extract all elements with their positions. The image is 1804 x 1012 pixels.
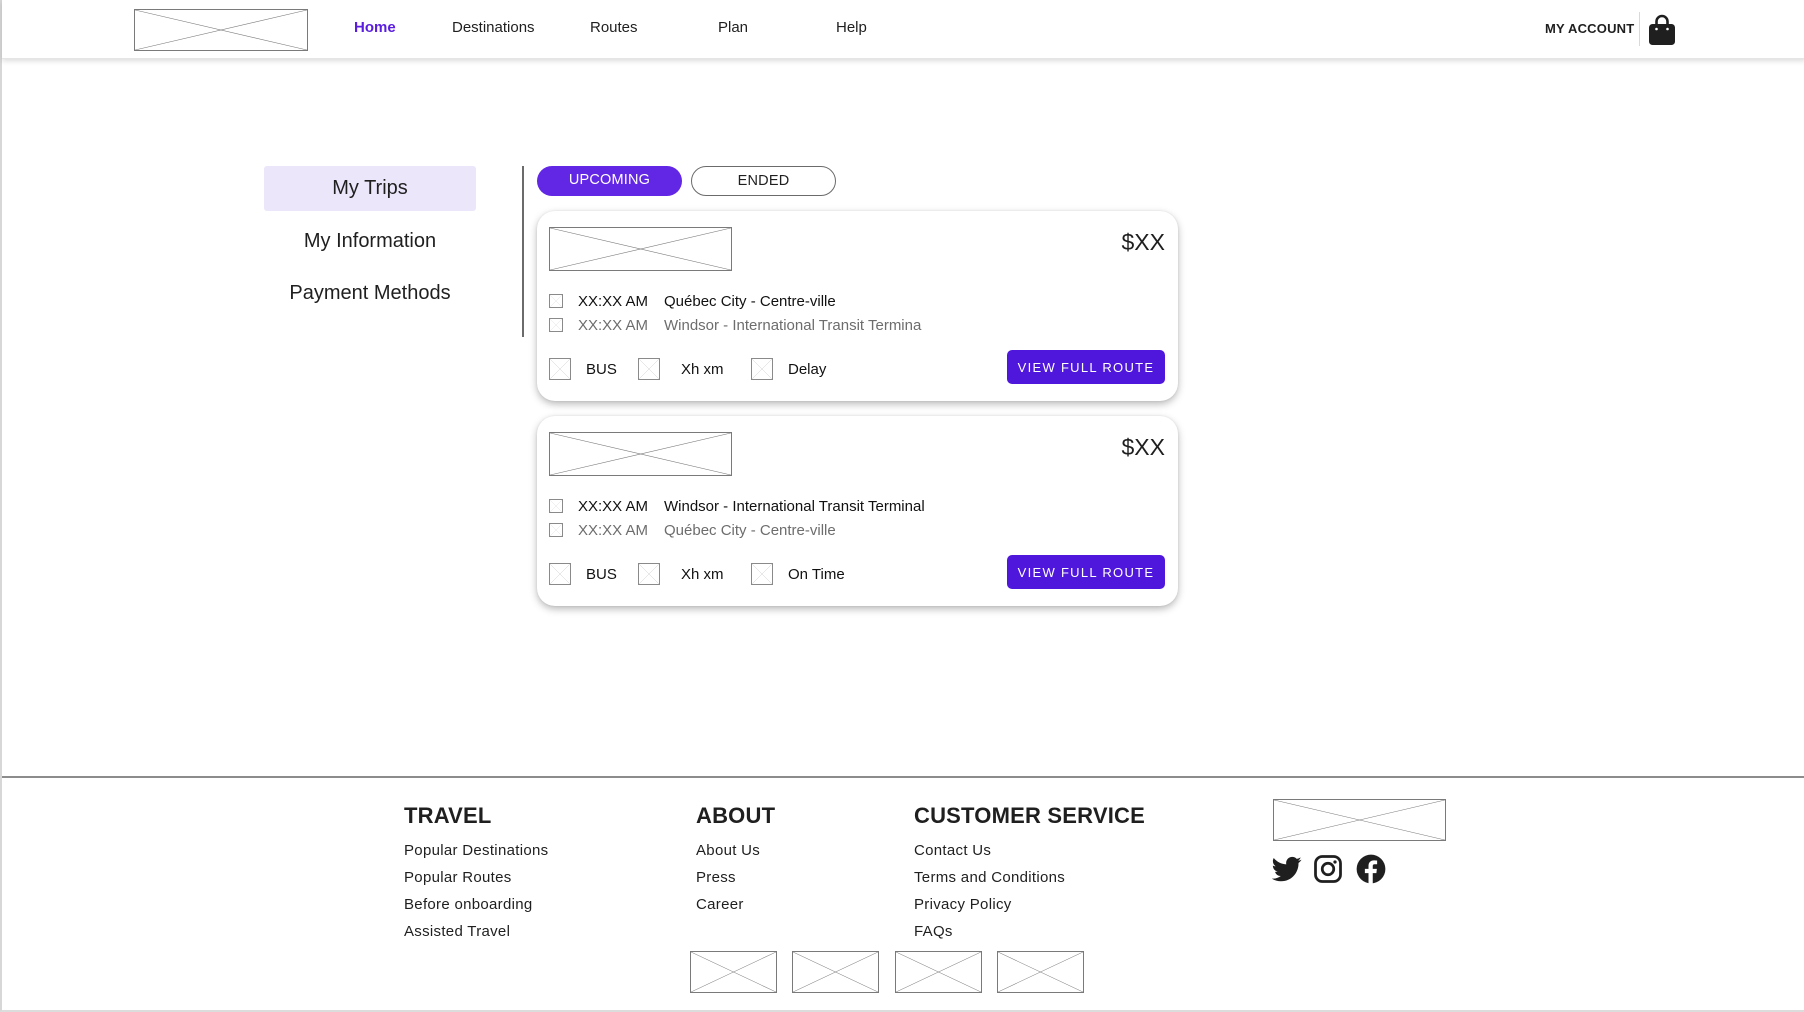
trip-mode: BUS xyxy=(586,565,617,583)
departure-time: XX:XX AM xyxy=(578,497,649,515)
sidebar-item-my-trips[interactable]: My Trips xyxy=(264,166,476,211)
arrival-row: XX:XX AM Windsor - International Transit… xyxy=(549,315,921,335)
my-account-link[interactable]: MY ACCOUNT xyxy=(1545,21,1634,36)
departure-row: XX:XX AM Windsor - International Transit… xyxy=(549,496,925,516)
footer-link-faqs[interactable]: FAQs xyxy=(914,918,1145,945)
footer-column-customer-service: CUSTOMER SERVICE Contact Us Terms and Co… xyxy=(914,803,1145,945)
sidebar-divider xyxy=(522,166,524,337)
duration-icon xyxy=(638,358,660,380)
arrival-row: XX:XX AM Québec City - Centre-ville xyxy=(549,520,836,540)
footer-link-before-onboarding[interactable]: Before onboarding xyxy=(404,891,548,918)
footer-link-popular-destinations[interactable]: Popular Destinations xyxy=(404,837,548,864)
nav-help[interactable]: Help xyxy=(836,19,867,36)
footer-link-privacy-policy[interactable]: Privacy Policy xyxy=(914,891,1145,918)
tab-ended[interactable]: ENDED xyxy=(691,166,836,196)
trip-price: $XX xyxy=(1121,434,1165,460)
page: Home Destinations Routes Plan Help MY AC… xyxy=(0,0,1804,1012)
partner-logo-placeholder xyxy=(792,951,879,993)
trip-image-placeholder xyxy=(549,227,732,271)
footer-heading: CUSTOMER SERVICE xyxy=(914,803,1145,828)
trip-details: BUS Xh xm Delay xyxy=(549,357,826,381)
status-icon xyxy=(751,358,773,380)
twitter-icon[interactable] xyxy=(1271,854,1302,884)
arrival-time: XX:XX AM xyxy=(578,521,649,539)
sidebar-item-payment-methods[interactable]: Payment Methods xyxy=(264,271,476,316)
arrival-station: Windsor - International Transit Termina xyxy=(664,316,922,334)
partner-logo-placeholder xyxy=(997,951,1084,993)
bus-icon xyxy=(549,358,571,380)
trip-status: Delay xyxy=(788,360,827,378)
nav-plan[interactable]: Plan xyxy=(718,19,748,36)
footer-link-contact-us[interactable]: Contact Us xyxy=(914,837,1145,864)
trip-duration: Xh xm xyxy=(681,360,724,378)
status-icon xyxy=(751,563,773,585)
trip-details: BUS Xh xm On Time xyxy=(549,562,845,586)
trip-card: $XX XX:XX AM Windsor - International Tra… xyxy=(537,416,1178,606)
facebook-icon[interactable] xyxy=(1356,854,1386,884)
arrival-time: XX:XX AM xyxy=(578,316,649,334)
footer-link-career[interactable]: Career xyxy=(696,891,775,918)
departure-time: XX:XX AM xyxy=(578,292,649,310)
tab-upcoming[interactable]: UPCOMING xyxy=(537,166,682,196)
arrival-station: Québec City - Centre-ville xyxy=(664,521,836,539)
view-full-route-button[interactable]: VIEW FULL ROUTE xyxy=(1007,555,1165,589)
trip-card: $XX XX:XX AM Québec City - Centre-ville … xyxy=(537,211,1178,401)
nav-home[interactable]: Home xyxy=(354,19,396,36)
departure-icon xyxy=(549,294,563,308)
footer-column-about: ABOUT About Us Press Career xyxy=(696,803,775,918)
sidebar-item-my-information[interactable]: My Information xyxy=(264,219,476,264)
instagram-icon[interactable] xyxy=(1313,854,1343,884)
departure-station: Windsor - International Transit Terminal xyxy=(664,497,925,515)
shopping-bag-icon[interactable] xyxy=(1648,14,1676,46)
footer-heading: ABOUT xyxy=(696,803,776,828)
nav-routes[interactable]: Routes xyxy=(590,19,638,36)
partner-logo-placeholder xyxy=(895,951,982,993)
trip-duration: Xh xm xyxy=(681,565,724,583)
footer-link-popular-routes[interactable]: Popular Routes xyxy=(404,864,548,891)
footer-heading: TRAVEL xyxy=(404,803,492,828)
nav-destinations[interactable]: Destinations xyxy=(452,19,535,36)
footer-link-about-us[interactable]: About Us xyxy=(696,837,775,864)
departure-station: Québec City - Centre-ville xyxy=(664,292,836,310)
arrival-icon xyxy=(549,523,563,537)
trip-price: $XX xyxy=(1121,229,1165,255)
view-full-route-button[interactable]: VIEW FULL ROUTE xyxy=(1007,350,1165,384)
logo-placeholder-image[interactable] xyxy=(134,9,308,51)
footer-logo-placeholder xyxy=(1273,799,1446,841)
departure-icon xyxy=(549,499,563,513)
duration-icon xyxy=(638,563,660,585)
arrival-icon xyxy=(549,318,563,332)
footer-link-press[interactable]: Press xyxy=(696,864,775,891)
footer-divider xyxy=(2,776,1804,778)
footer-column-travel: TRAVEL Popular Destinations Popular Rout… xyxy=(404,803,548,945)
top-navigation-bar: Home Destinations Routes Plan Help MY AC… xyxy=(2,0,1804,59)
footer-link-terms-and-conditions[interactable]: Terms and Conditions xyxy=(914,864,1145,891)
footer-link-assisted-travel[interactable]: Assisted Travel xyxy=(404,918,548,945)
partner-logo-placeholder xyxy=(690,951,777,993)
departure-row: XX:XX AM Québec City - Centre-ville xyxy=(549,291,836,311)
trip-mode: BUS xyxy=(586,360,617,378)
bus-icon xyxy=(549,563,571,585)
trip-image-placeholder xyxy=(549,432,732,476)
trip-status: On Time xyxy=(788,565,845,583)
header-separator xyxy=(1639,12,1640,46)
